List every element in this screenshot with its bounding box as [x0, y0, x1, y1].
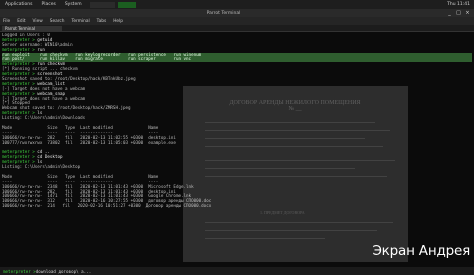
terminal-output[interactable]: Logged In Users : 0 meterpreter > getuid S… — [2, 33, 472, 267]
system-menu-places[interactable]: Places — [40, 2, 58, 7]
maximize-icon[interactable]: □ — [456, 10, 461, 16]
system-top-panel: Applications Places System Thu 11:41 — [0, 0, 474, 9]
menu-tabs[interactable]: Tabs — [97, 19, 107, 24]
menu-search[interactable]: Search — [50, 19, 65, 24]
menu-view[interactable]: View — [33, 19, 43, 24]
minimize-icon[interactable]: _ — [447, 10, 452, 16]
window-title: Parrot Terminal — [206, 10, 241, 16]
menu-help[interactable]: Help — [113, 19, 123, 24]
window-controls: _ □ × — [447, 10, 474, 16]
menu-edit[interactable]: Edit — [17, 19, 25, 24]
terminal-tabbar: Parrot Terminal — [0, 25, 474, 32]
terminal-prompt: meterpreter > — [2, 46, 35, 52]
terminal-line: 100666/rw-rw-rw- 214 fil 2020-02-16 10:5… — [2, 203, 212, 209]
system-menu: Applications Places System — [0, 2, 84, 7]
terminal-menubar: File Edit View Search Terminal Tabs Help — [0, 17, 474, 25]
taskbar-item-active[interactable] — [117, 1, 136, 8]
menu-terminal[interactable]: Terminal — [72, 19, 90, 24]
prompt-label: meterpreter > — [3, 268, 36, 274]
system-clock[interactable]: Thu 11:41 — [447, 2, 474, 7]
terminal-current-prompt[interactable]: meterpreter > download договор\ а... — [0, 267, 474, 275]
screen-owner-caption: Экран Андрея — [372, 243, 470, 259]
menu-file[interactable]: File — [3, 19, 10, 24]
terminal-prompt: meterpreter > — [2, 90, 35, 96]
close-icon[interactable]: × — [465, 10, 470, 16]
terminal-tab[interactable]: Parrot Terminal — [2, 26, 62, 31]
system-menu-system[interactable]: System — [63, 2, 84, 7]
taskbar-item[interactable] — [89, 1, 115, 8]
system-menu-applications[interactable]: Applications — [3, 2, 35, 7]
terminal-command: run — [34, 46, 45, 52]
prompt-command[interactable]: download договор\ а... — [36, 269, 91, 274]
terminal-command: webcam_snap — [34, 90, 66, 96]
terminal-titlebar: Parrot Terminal _ □ × — [0, 9, 474, 17]
